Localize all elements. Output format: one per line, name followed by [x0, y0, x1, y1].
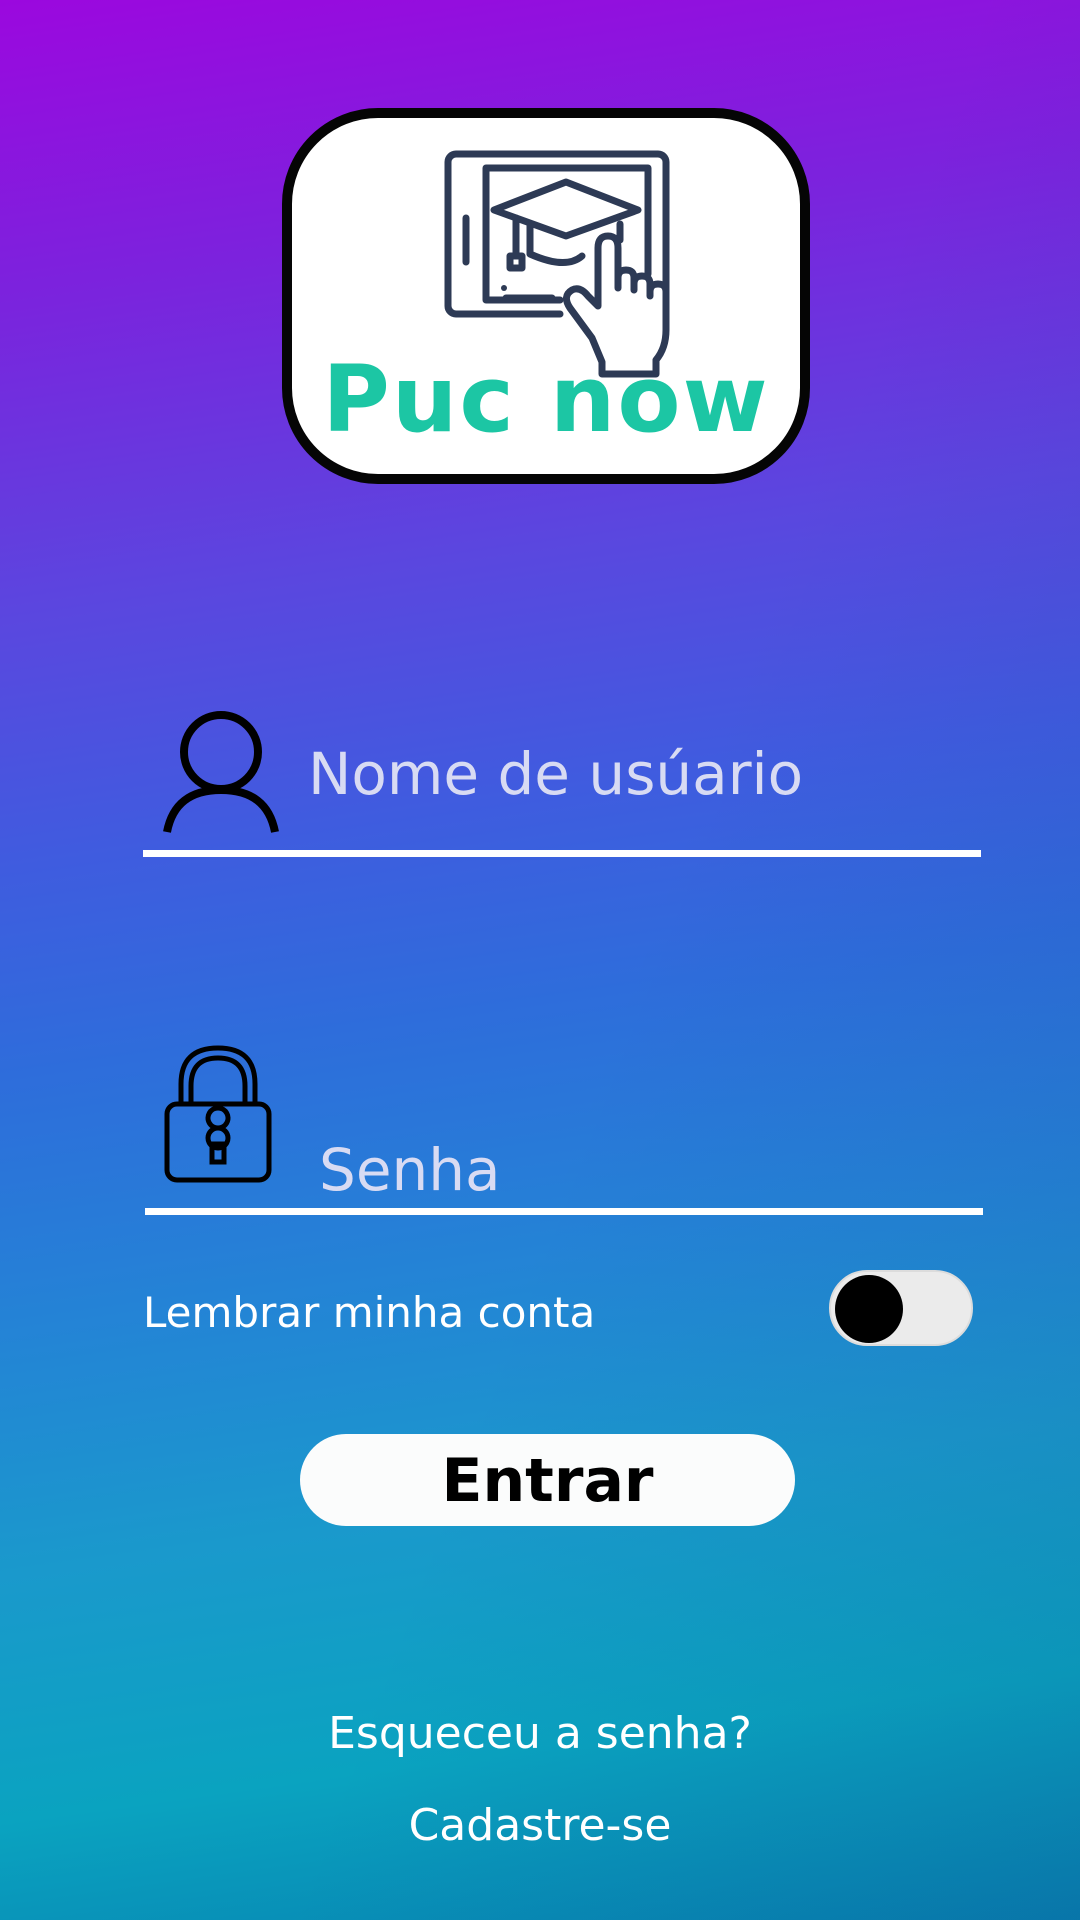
remember-account-row: Lembrar minha conta [143, 1262, 975, 1352]
app-name: Puc now [322, 346, 770, 453]
remember-account-toggle[interactable] [829, 1270, 973, 1346]
lock-icon [164, 1045, 272, 1183]
password-underline [145, 1208, 983, 1215]
app-logo: Puc now [282, 108, 810, 484]
password-field[interactable] [145, 1040, 983, 1220]
username-field[interactable] [143, 700, 981, 860]
login-button[interactable]: Entrar [300, 1434, 795, 1526]
user-icon [163, 711, 279, 833]
sign-up-link[interactable]: Cadastre-se [0, 1800, 1080, 1851]
remember-account-label: Lembrar minha conta [143, 1288, 596, 1337]
forgot-password-link[interactable]: Esqueceu a senha? [0, 1708, 1080, 1759]
username-underline [143, 850, 981, 857]
toggle-knob [835, 1275, 903, 1343]
password-input[interactable] [319, 1130, 919, 1210]
username-input[interactable] [308, 734, 948, 814]
